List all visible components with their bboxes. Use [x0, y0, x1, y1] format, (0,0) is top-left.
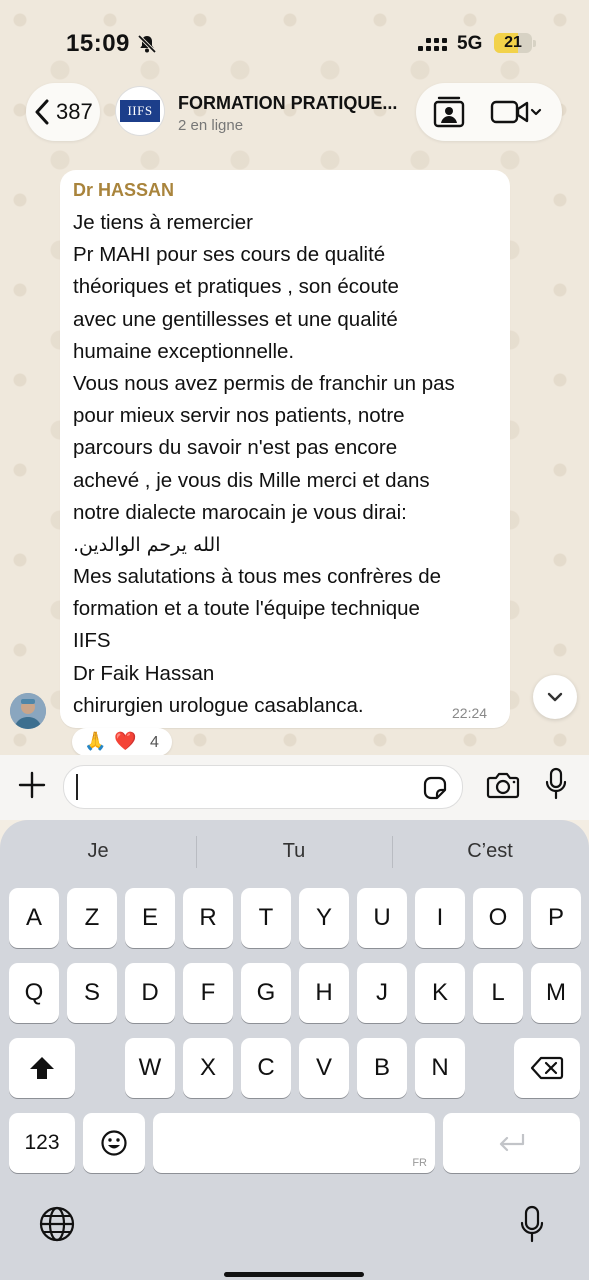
bell-off-icon: [137, 34, 157, 54]
scroll-to-bottom-button[interactable]: [533, 675, 577, 719]
key-v[interactable]: V: [299, 1038, 349, 1098]
backspace-key[interactable]: [514, 1038, 580, 1098]
online-status: 2 en ligne: [178, 117, 244, 134]
message-line: humaine exceptionnelle.: [73, 339, 295, 363]
group-logo: IIFS: [120, 100, 160, 122]
chevron-down-icon: [530, 108, 542, 116]
key-h[interactable]: H: [299, 963, 349, 1023]
message-line: avec une gentillesses et une qualité: [73, 307, 398, 331]
message-text: Je tiens à remercier Pr MAHI pour ses co…: [73, 207, 503, 722]
key-p[interactable]: P: [531, 888, 581, 948]
sticker-icon[interactable]: [421, 774, 449, 802]
key-y[interactable]: Y: [299, 888, 349, 948]
key-a[interactable]: A: [9, 888, 59, 948]
sender-avatar[interactable]: [10, 693, 46, 729]
suggestion-1[interactable]: Je: [0, 820, 196, 882]
header-actions: [416, 83, 562, 141]
key-o[interactable]: O: [473, 888, 523, 948]
key-f[interactable]: F: [183, 963, 233, 1023]
emoji-key[interactable]: [83, 1113, 145, 1173]
chevron-down-icon: [547, 692, 563, 702]
status-bar: 15:09 5G 21: [0, 0, 589, 80]
space-key[interactable]: FR: [153, 1113, 435, 1173]
suggestion-3[interactable]: C’est: [392, 820, 588, 882]
contact-card-icon[interactable]: [432, 95, 466, 129]
avatar-photo: [10, 693, 46, 729]
message-line: Dr Faik Hassan: [73, 661, 215, 685]
suggestion-2[interactable]: Tu: [196, 820, 392, 882]
key-k[interactable]: K: [415, 963, 465, 1023]
chevron-left-icon: [35, 99, 49, 125]
key-c[interactable]: C: [241, 1038, 291, 1098]
reaction-pray: 🙏: [84, 731, 107, 752]
battery-icon: 21: [494, 33, 536, 53]
key-q[interactable]: Q: [9, 963, 59, 1023]
shift-icon: [30, 1057, 54, 1079]
message-line: IIFS: [73, 629, 111, 653]
keyboard: Je Tu C’est A Z E R T Y U I O P Q S D F …: [0, 820, 589, 1280]
message-line: théoriques et pratiques , son écoute: [73, 275, 399, 299]
keyboard-language: FR: [412, 1157, 427, 1169]
message-line: pour mieux servir nos patients, notre: [73, 404, 405, 428]
message-sender: Dr HASSAN: [73, 180, 175, 200]
message-bubble[interactable]: Dr HASSAN Je tiens à remercier Pr MAHI p…: [60, 170, 510, 728]
key-b[interactable]: B: [357, 1038, 407, 1098]
key-t[interactable]: T: [241, 888, 291, 948]
message-timestamp: 22:24: [452, 705, 488, 721]
video-camera-icon[interactable]: [490, 99, 546, 125]
reaction-heart: ❤️: [114, 731, 137, 752]
key-r[interactable]: R: [183, 888, 233, 948]
dictation-icon[interactable]: [520, 1205, 544, 1245]
message-line-arabic: الله يرحم الوالدين.: [73, 533, 221, 556]
message-line: Je tiens à remercier: [73, 211, 254, 234]
group-avatar[interactable]: IIFS: [116, 87, 164, 135]
message-line: notre dialecte marocain je vous dirai:: [73, 500, 407, 524]
unread-count: 387: [56, 99, 93, 124]
backspace-icon: [530, 1056, 564, 1080]
reaction-count: 4: [150, 734, 159, 751]
status-time: 15:09: [66, 30, 130, 57]
key-l[interactable]: L: [473, 963, 523, 1023]
group-title[interactable]: FORMATION PRATIQUE...: [178, 93, 408, 114]
message-reactions[interactable]: 🙏 ❤️ 4: [72, 728, 172, 756]
key-n[interactable]: N: [415, 1038, 465, 1098]
key-i[interactable]: I: [415, 888, 465, 948]
numbers-key[interactable]: 123: [9, 1113, 75, 1173]
signal-icon: [418, 38, 447, 51]
predictive-bar: Je Tu C’est: [0, 820, 589, 882]
message-input[interactable]: [63, 765, 463, 809]
microphone-icon[interactable]: [544, 767, 568, 801]
globe-icon[interactable]: [38, 1205, 76, 1243]
key-g[interactable]: G: [241, 963, 291, 1023]
message-line: formation et a toute l'équipe technique: [73, 597, 420, 621]
battery-nub: [533, 40, 536, 47]
back-button[interactable]: 387: [26, 83, 100, 141]
message-line: Mes salutations à tous mes confrères de: [73, 565, 442, 589]
message-line: Vous nous avez permis de franchir un pas: [73, 371, 455, 395]
key-e[interactable]: E: [125, 888, 175, 948]
text-caret: [76, 774, 78, 800]
key-j[interactable]: J: [357, 963, 407, 1023]
key-u[interactable]: U: [357, 888, 407, 948]
key-s[interactable]: S: [67, 963, 117, 1023]
message-line: Pr MAHI pour ses cours de qualité: [73, 243, 386, 267]
shift-key[interactable]: [9, 1038, 75, 1098]
camera-icon[interactable]: [486, 770, 520, 800]
network-type: 5G: [457, 33, 483, 54]
return-key[interactable]: [443, 1113, 580, 1173]
composer-bar: [0, 755, 589, 820]
return-icon: [499, 1134, 525, 1152]
key-z[interactable]: Z: [67, 888, 117, 948]
plus-icon[interactable]: [16, 769, 48, 801]
message-line: chirurgien urologue casablanca.: [73, 693, 364, 717]
emoji-icon: [101, 1130, 127, 1156]
message-line: achevé , je vous dis Mille merci et dans: [73, 468, 430, 492]
key-m[interactable]: M: [531, 963, 581, 1023]
battery-level: 21: [504, 34, 522, 51]
key-d[interactable]: D: [125, 963, 175, 1023]
message-line: parcours du savoir n'est pas encore: [73, 436, 398, 460]
key-w[interactable]: W: [125, 1038, 175, 1098]
key-x[interactable]: X: [183, 1038, 233, 1098]
home-indicator: [224, 1272, 364, 1277]
